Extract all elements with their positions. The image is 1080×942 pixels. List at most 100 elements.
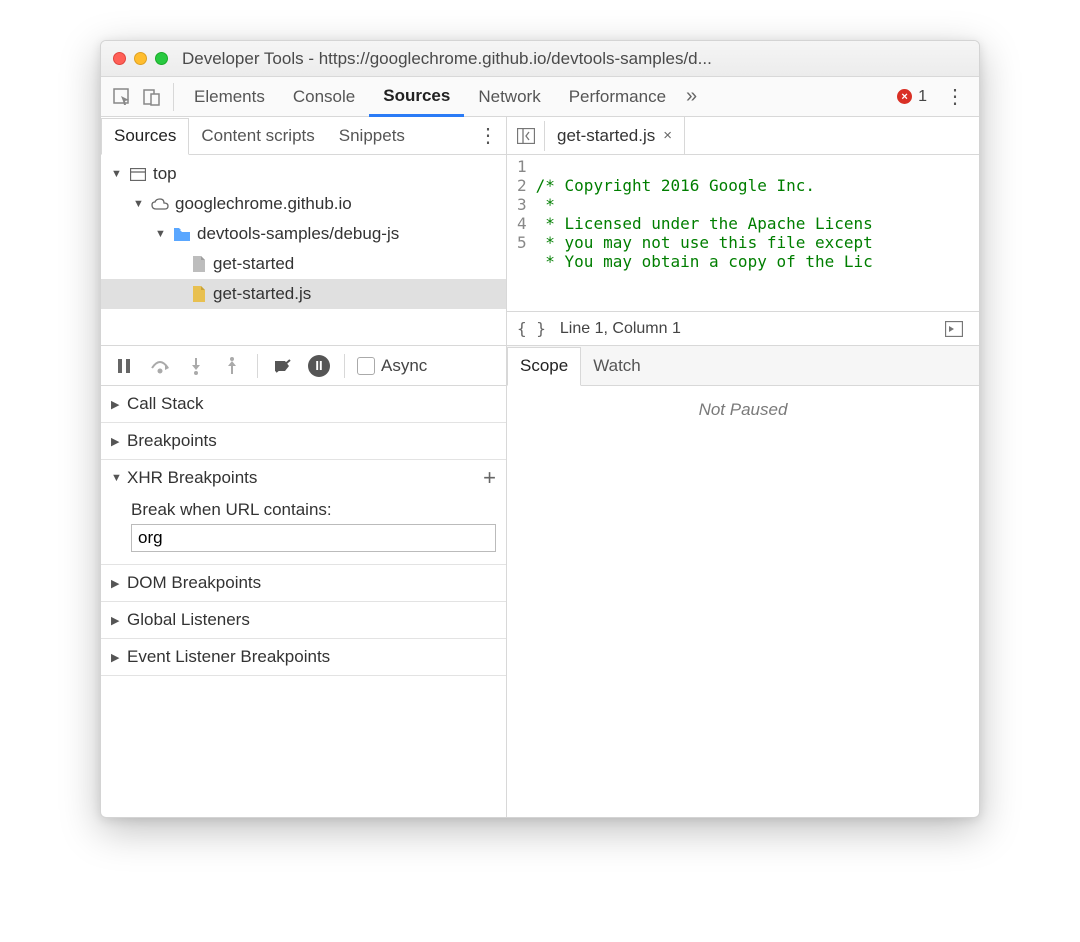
tree-folder[interactable]: ▼ devtools-samples/debug-js xyxy=(101,219,506,249)
chevron-down-icon: ▼ xyxy=(155,228,167,240)
section-event-listener-breakpoints: ▶ Event Listener Breakpoints xyxy=(101,639,506,676)
deactivate-breakpoints-icon[interactable] xyxy=(268,351,298,381)
maximize-window-button[interactable] xyxy=(155,52,168,65)
cloud-icon xyxy=(151,195,169,213)
scope-watch-panel: Scope Watch Not Paused xyxy=(507,346,979,817)
editor-tabs: get-started.js × xyxy=(507,117,979,155)
folder-icon xyxy=(173,225,191,243)
file-tab-label: get-started.js xyxy=(557,126,655,146)
file-tab[interactable]: get-started.js × xyxy=(545,117,685,154)
xhr-breakpoint-label: Break when URL contains: xyxy=(131,500,496,520)
tree-top-label: top xyxy=(153,164,177,184)
pause-script-icon[interactable] xyxy=(109,351,139,381)
close-window-button[interactable] xyxy=(113,52,126,65)
step-over-icon[interactable] xyxy=(145,351,175,381)
async-label: Async xyxy=(381,356,427,376)
xhr-breakpoint-body: Break when URL contains: xyxy=(101,496,506,564)
scope-body: Not Paused xyxy=(507,386,979,817)
frame-icon xyxy=(129,165,147,183)
code-lines: /* Copyright 2016 Google Inc. * * Licens… xyxy=(532,155,877,311)
debugger-panel: II Async ▶ Call Stack ▶ Breakpoints xyxy=(101,346,507,817)
tab-console[interactable]: Console xyxy=(279,77,369,116)
main-tabs: Elements Console Sources Network Perform… xyxy=(101,77,979,117)
section-call-stack: ▶ Call Stack xyxy=(101,386,506,423)
scope-watch-tabs: Scope Watch xyxy=(507,346,979,386)
chevron-down-icon: ▼ xyxy=(111,168,123,180)
section-global-listeners: ▶ Global Listeners xyxy=(101,602,506,639)
document-icon xyxy=(189,285,207,303)
pretty-print-icon[interactable]: { } xyxy=(517,319,546,338)
subtab-content-scripts[interactable]: Content scripts xyxy=(189,117,326,154)
cursor-position: Line 1, Column 1 xyxy=(560,320,681,338)
step-into-icon[interactable] xyxy=(181,351,211,381)
navigator-subtabs: Sources Content scripts Snippets ⋮ xyxy=(101,117,506,155)
divider xyxy=(344,354,345,378)
tab-network[interactable]: Network xyxy=(464,77,554,116)
section-breakpoints: ▶ Breakpoints xyxy=(101,423,506,460)
divider xyxy=(173,83,174,111)
close-icon[interactable]: × xyxy=(663,127,672,144)
section-global-listeners-header[interactable]: ▶ Global Listeners xyxy=(101,602,506,638)
document-icon xyxy=(189,255,207,273)
error-count-badge[interactable]: × 1 xyxy=(887,88,937,106)
tab-watch[interactable]: Watch xyxy=(581,346,653,385)
section-dom-breakpoints: ▶ DOM Breakpoints xyxy=(101,565,506,602)
chevron-right-icon: ▶ xyxy=(111,398,123,411)
inspect-element-icon[interactable] xyxy=(107,82,137,112)
subtab-snippets[interactable]: Snippets xyxy=(327,117,417,154)
tab-elements[interactable]: Elements xyxy=(180,77,279,116)
tree-file-js-label: get-started.js xyxy=(213,284,311,304)
debugger-toolbar: II Async xyxy=(101,346,506,386)
tab-performance[interactable]: Performance xyxy=(555,77,680,116)
chevron-down-icon: ▼ xyxy=(133,198,145,210)
editor-statusbar: { } Line 1, Column 1 xyxy=(507,311,979,345)
more-tabs-button[interactable]: » xyxy=(680,85,703,108)
section-dom-breakpoints-header[interactable]: ▶ DOM Breakpoints xyxy=(101,565,506,601)
section-call-stack-header[interactable]: ▶ Call Stack xyxy=(101,386,506,422)
xhr-url-input[interactable] xyxy=(131,524,496,552)
section-breakpoints-header[interactable]: ▶ Breakpoints xyxy=(101,423,506,459)
section-xhr-breakpoints-header[interactable]: ▼ XHR Breakpoints + xyxy=(101,460,506,496)
chevron-right-icon: ▶ xyxy=(111,435,123,448)
file-tree: ▼ top ▼ googlechrome.github.io ▼ xyxy=(101,155,506,313)
not-paused-label: Not Paused xyxy=(699,400,788,420)
subtab-sources[interactable]: Sources xyxy=(101,118,189,155)
settings-kebab-icon[interactable]: ⋮ xyxy=(937,84,973,109)
chevron-right-icon: ▶ xyxy=(111,614,123,627)
chevron-right-icon: ▶ xyxy=(111,651,123,664)
panel-grid: Sources Content scripts Snippets ⋮ ▼ top… xyxy=(101,117,979,817)
add-xhr-breakpoint-icon[interactable]: + xyxy=(483,465,496,491)
traffic-lights xyxy=(113,52,168,65)
code-editor[interactable]: 1 2 3 4 5 /* Copyright 2016 Google Inc. … xyxy=(507,155,979,311)
tree-file-html[interactable]: get-started xyxy=(101,249,506,279)
editor-panel: get-started.js × 1 2 3 4 5 /* Copyright … xyxy=(507,117,979,346)
titlebar: Developer Tools - https://googlechrome.g… xyxy=(101,41,979,77)
tab-scope[interactable]: Scope xyxy=(507,347,581,386)
pause-on-exceptions-icon[interactable]: II xyxy=(304,351,334,381)
toggle-device-icon[interactable] xyxy=(137,82,167,112)
tree-top[interactable]: ▼ top xyxy=(101,159,506,189)
chevron-down-icon: ▼ xyxy=(111,472,123,484)
divider xyxy=(257,354,258,378)
tab-sources[interactable]: Sources xyxy=(369,78,464,117)
line-gutter: 1 2 3 4 5 xyxy=(507,155,532,311)
section-xhr-breakpoints: ▼ XHR Breakpoints + Break when URL conta… xyxy=(101,460,506,565)
async-checkbox[interactable]: Async xyxy=(357,356,427,376)
tree-domain-label: googlechrome.github.io xyxy=(175,194,352,214)
navigator-kebab-icon[interactable]: ⋮ xyxy=(470,123,506,148)
window-title: Developer Tools - https://googlechrome.g… xyxy=(176,49,967,69)
sources-navigator: Sources Content scripts Snippets ⋮ ▼ top… xyxy=(101,117,507,346)
section-event-listener-breakpoints-header[interactable]: ▶ Event Listener Breakpoints xyxy=(101,639,506,675)
tree-folder-label: devtools-samples/debug-js xyxy=(197,224,399,244)
tree-file-js[interactable]: get-started.js xyxy=(101,279,506,309)
error-icon: × xyxy=(897,89,912,104)
minimize-window-button[interactable] xyxy=(134,52,147,65)
checkbox-icon xyxy=(357,357,375,375)
toggle-navigator-icon[interactable] xyxy=(507,121,545,151)
chevron-right-icon: ▶ xyxy=(111,577,123,590)
show-console-icon[interactable] xyxy=(939,314,969,344)
tree-file-html-label: get-started xyxy=(213,254,294,274)
error-count: 1 xyxy=(918,88,927,106)
step-out-icon[interactable] xyxy=(217,351,247,381)
tree-domain[interactable]: ▼ googlechrome.github.io xyxy=(101,189,506,219)
